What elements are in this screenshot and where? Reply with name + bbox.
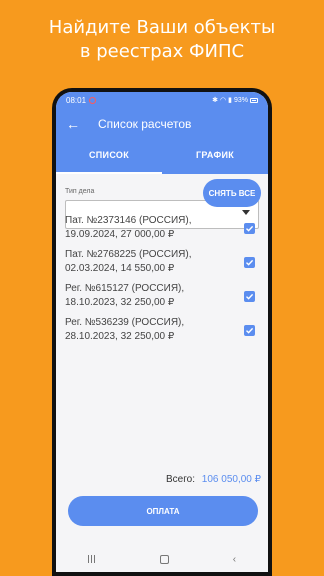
check-icon <box>246 259 254 266</box>
app-bar: 08:01 ✱ ◠ ▮ 93% ← Список расчетов СПИСОК… <box>56 92 268 174</box>
checkbox[interactable] <box>244 223 255 234</box>
item-title: Пат. №2768225 (РОССИЯ), <box>65 249 192 260</box>
list-item[interactable]: Пат. №2768225 (РОССИЯ), 02.03.2024, 14 5… <box>65 248 268 282</box>
tab-bar: СПИСОК ГРАФИК <box>56 140 268 174</box>
item-title: Пат. №2373146 (РОССИЯ), <box>65 215 192 226</box>
check-icon <box>246 225 254 232</box>
battery-percent: 93% <box>233 96 248 104</box>
total-label: Всего: <box>166 474 196 485</box>
pay-button[interactable]: ОПЛАТА <box>68 496 258 526</box>
list-item[interactable]: Рег. №536239 (РОССИЯ), 28.10.2023, 32 25… <box>65 316 268 350</box>
item-text: Рег. №615127 (РОССИЯ), 18.10.2023, 32 25… <box>65 282 268 310</box>
recording-icon <box>89 96 97 104</box>
toolbar: ← Список расчетов <box>56 108 268 140</box>
status-bar: 08:01 ✱ ◠ ▮ 93% <box>56 92 268 108</box>
battery-icon <box>250 97 258 103</box>
checkbox[interactable] <box>244 325 255 336</box>
item-text: Пат. №2373146 (РОССИЯ), 19.09.2024, 27 0… <box>65 214 268 242</box>
checkbox[interactable] <box>244 291 255 302</box>
item-details: 28.10.2023, 32 250,00 ₽ <box>65 331 175 342</box>
status-time: 08:01 <box>66 95 87 105</box>
item-details: 19.09.2024, 27 000,00 ₽ <box>65 229 175 240</box>
item-text: Рег. №536239 (РОССИЯ), 28.10.2023, 32 25… <box>65 316 268 344</box>
bluetooth-icon: ✱ <box>212 97 219 104</box>
signal-icon: ▮ <box>228 97 232 104</box>
back-arrow-icon[interactable]: ← <box>66 116 90 132</box>
wifi-icon: ◠ <box>220 97 227 104</box>
item-title: Рег. №536239 (РОССИЯ), <box>65 317 185 328</box>
promo-line-1: Найдите Ваши объекты <box>48 17 276 38</box>
clear-all-button[interactable]: СНЯТЬ ВСЕ <box>203 179 261 207</box>
recents-icon[interactable] <box>87 555 96 563</box>
payments-list: Пат. №2373146 (РОССИЯ), 19.09.2024, 27 0… <box>65 214 268 350</box>
check-icon <box>246 327 254 334</box>
home-icon[interactable] <box>159 554 169 564</box>
item-details: 18.10.2023, 32 250,00 ₽ <box>65 297 175 308</box>
checkbox[interactable] <box>244 257 255 268</box>
promo-line-2: в реестрах ФИПС <box>79 41 245 62</box>
list-item[interactable]: Пат. №2373146 (РОССИЯ), 19.09.2024, 27 0… <box>65 214 268 248</box>
item-details: 02.03.2024, 14 550,00 ₽ <box>65 263 175 274</box>
back-chevron-icon[interactable]: ‹ <box>233 554 236 565</box>
app-screen: 08:01 ✱ ◠ ▮ 93% ← Список расчетов СПИСОК… <box>56 92 268 572</box>
system-nav-bar: ‹ <box>56 546 268 572</box>
promo-heading: Найдите Ваши объекты в реестрах ФИПС <box>0 16 324 64</box>
tab-list[interactable]: СПИСОК <box>56 140 162 174</box>
phone-frame: 08:01 ✱ ◠ ▮ 93% ← Список расчетов СПИСОК… <box>52 88 272 576</box>
total-row: Всего: 106 050,00 ₽ <box>166 474 261 485</box>
list-item[interactable]: Рег. №615127 (РОССИЯ), 18.10.2023, 32 25… <box>65 282 268 316</box>
item-text: Пат. №2768225 (РОССИЯ), 02.03.2024, 14 5… <box>65 248 268 276</box>
total-value: 106 050,00 ₽ <box>201 474 261 485</box>
check-icon <box>246 293 254 300</box>
item-title: Рег. №615127 (РОССИЯ), <box>65 283 185 294</box>
page-title: Список расчетов <box>98 117 192 131</box>
tab-chart[interactable]: ГРАФИК <box>162 140 268 174</box>
